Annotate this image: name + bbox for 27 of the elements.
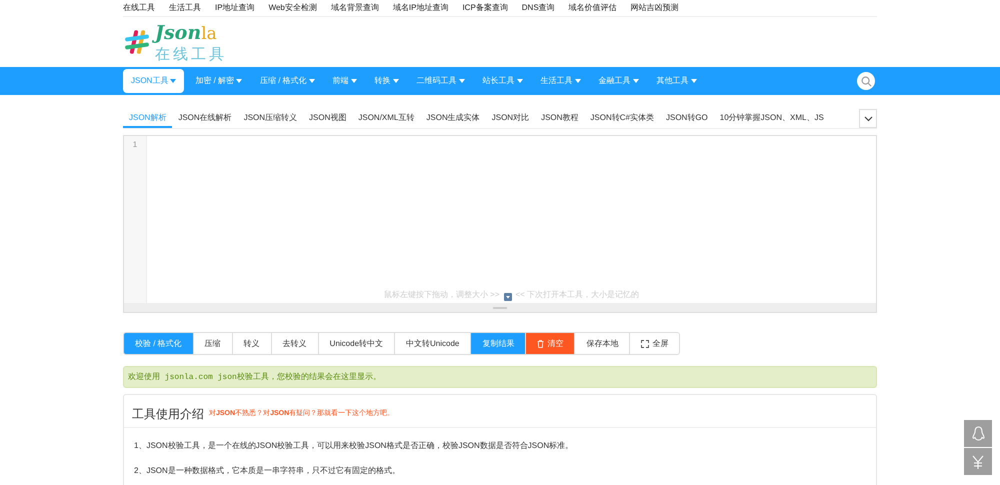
- tab[interactable]: JSON转GO: [660, 109, 714, 128]
- result-message: 欢迎使用 jsonla.com json校验工具，您校验的结果会在这里显示。: [123, 366, 877, 388]
- tab[interactable]: 10分钟掌握JSON、XML、JS: [714, 109, 830, 128]
- tab[interactable]: JSON视图: [303, 109, 352, 128]
- line-number: 1: [132, 139, 138, 151]
- logo-text: la: [201, 24, 217, 44]
- top-link[interactable]: ICP备案查询: [462, 2, 508, 14]
- section-title: 工具使用介绍: [132, 406, 204, 423]
- top-link[interactable]: 网站吉凶预测: [630, 2, 679, 14]
- logo-subtitle: 在线工具: [155, 47, 227, 62]
- top-link[interactable]: 域名价值评估: [568, 2, 617, 14]
- tab[interactable]: JSON转C#实体类: [584, 109, 660, 128]
- top-link[interactable]: DNS查询: [522, 2, 555, 14]
- tab[interactable]: JSON生成实体: [420, 109, 486, 128]
- top-link[interactable]: 在线工具: [123, 2, 155, 14]
- tab[interactable]: JSON教程: [535, 109, 584, 128]
- intro-paragraph: 2、JSON是一种数据格式，它本质是一串字符串，只不过它有固定的格式。: [134, 465, 401, 477]
- top-link[interactable]: IP地址查询: [215, 2, 255, 14]
- tab[interactable]: JSON压缩转义: [238, 109, 304, 128]
- top-link[interactable]: 域名IP地址查询: [392, 2, 448, 14]
- top-link[interactable]: Web安全检测: [268, 2, 317, 14]
- top-link[interactable]: 生活工具: [169, 2, 201, 14]
- tab[interactable]: JSON在线解析: [172, 109, 238, 128]
- intro-paragraph: 1、JSON校验工具，是一个在线的JSON校验工具，可以用来校验JSON格式是否正确，校验JSON数据是否符合JSON标准。: [134, 440, 574, 452]
- top-link[interactable]: 域名背景查询: [330, 2, 379, 14]
- tab[interactable]: JSON对比: [486, 109, 536, 128]
- tab[interactable]: JSON/XML互转: [352, 109, 420, 128]
